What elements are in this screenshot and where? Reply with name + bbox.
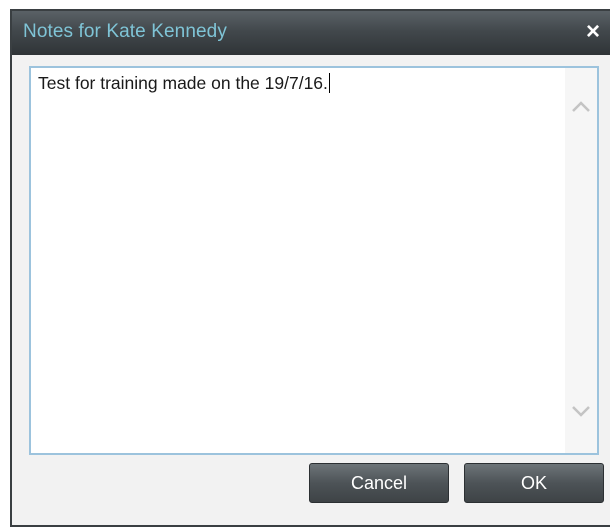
dialog-buttons: Cancel OK [12,459,610,503]
ok-button[interactable]: OK [464,463,604,503]
notes-dialog: Notes for Kate Kennedy × Test for traini… [10,9,610,527]
notes-text: Test for training made on the 19/7/16. [38,73,328,93]
dialog-title: Notes for Kate Kennedy [23,21,227,42]
text-caret [328,73,330,93]
chevron-up-icon[interactable] [565,91,597,121]
dialog-titlebar[interactable]: Notes for Kate Kennedy × [12,11,610,55]
close-icon[interactable]: × [582,19,604,45]
notes-textarea[interactable]: Test for training made on the 19/7/16. [29,66,599,455]
cancel-button[interactable]: Cancel [309,463,449,503]
chevron-down-icon[interactable] [565,397,597,427]
scrollbar[interactable] [565,68,597,453]
